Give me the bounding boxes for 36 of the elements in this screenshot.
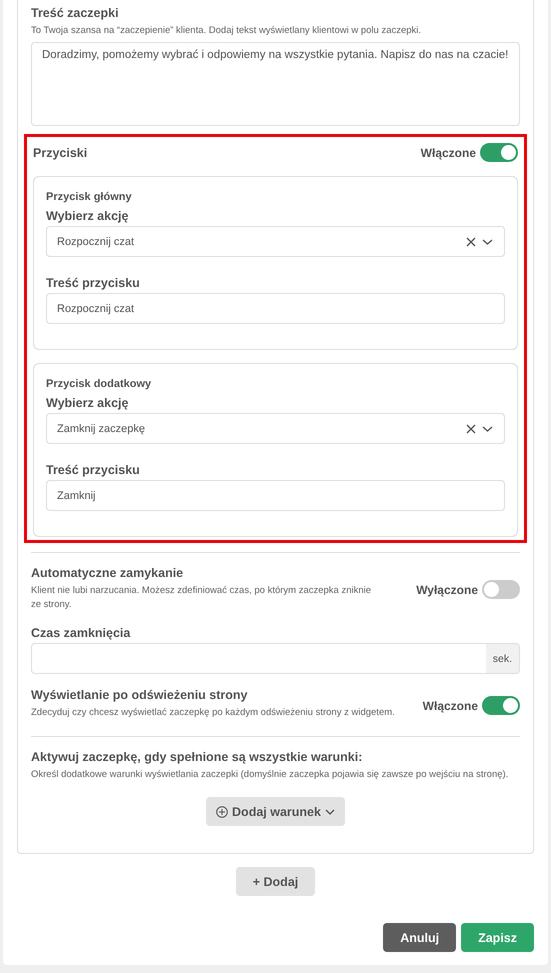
action-select[interactable]: Rozpocznij czat [46, 226, 505, 257]
toggle-label: Wyłączone [416, 582, 478, 596]
field-label: Wybierz akcję [46, 396, 130, 410]
add-button[interactable]: + Dodaj [236, 867, 316, 896]
section-title: Treść zaczepki [31, 6, 120, 20]
section-hint: Zdecyduj czy chcesz wyświetlać zaczepkę po każdym odświeżeniu strony z widgetem. [31, 706, 395, 720]
toggle-label: Włączone [422, 698, 478, 712]
hook-text-field[interactable]: Doradzimy, pomożemy wybrać i odpowiemy na wszystkie pytania. Napisz do nas na czacie! [31, 42, 520, 126]
field-label: Wybierz akcję [46, 209, 130, 223]
clear-and-chevron-icon[interactable] [466, 424, 494, 434]
section-title: Automatyczne zamykanie [31, 566, 184, 580]
add-condition-button[interactable]: Dodaj warunek [206, 797, 345, 826]
button-text-field[interactable]: Zamknij [46, 480, 505, 511]
chevron-down-icon [324, 808, 335, 814]
action-select[interactable]: Zamknij zaczepkę [46, 413, 505, 444]
section-hint: Klient nie lubi narzucania. Możesz zdefiniować czas, po którym zaczepka zniknie ze strony. [31, 584, 372, 612]
section-title: Aktywuj zaczepkę, gdy spełnione są wszystkie warunki: [31, 750, 364, 764]
toggle-label: Włączone [420, 146, 476, 160]
plus-circle-icon [216, 806, 228, 818]
unit-label: sek. [486, 644, 519, 673]
section-title: Wyświetlanie po odświeżeniu strony [31, 688, 248, 702]
toggle-switch[interactable] [482, 580, 520, 599]
footer-button[interactable]: Anuluj [383, 923, 456, 952]
clear-and-chevron-icon[interactable] [466, 236, 494, 246]
field-label: Czas zamknięcia [31, 626, 132, 640]
section-title: Przyciski [33, 146, 88, 160]
field-label: Treść przycisku [46, 276, 141, 290]
close-time-field[interactable]: sek. [31, 643, 520, 674]
field-label: Treść przycisku [46, 463, 141, 477]
group-title: Przycisk główny [46, 191, 133, 203]
section-hint: Określ dodatkowe warunki wyświetlania zaczepki (domyślnie zaczepka pojawia się zawsze po wejściu na stronę). [31, 768, 510, 782]
button-text-field[interactable]: Rozpocznij czat [46, 293, 505, 324]
toggle-switch[interactable] [480, 143, 518, 162]
toggle-switch[interactable] [482, 696, 520, 715]
group-title: Przycisk dodatkowy [46, 378, 152, 390]
section-hint: To Twoja szansa na “zaczepienie” klienta. Dodaj tekst wyświetlany klientowi w polu zaczepki. [31, 24, 422, 38]
